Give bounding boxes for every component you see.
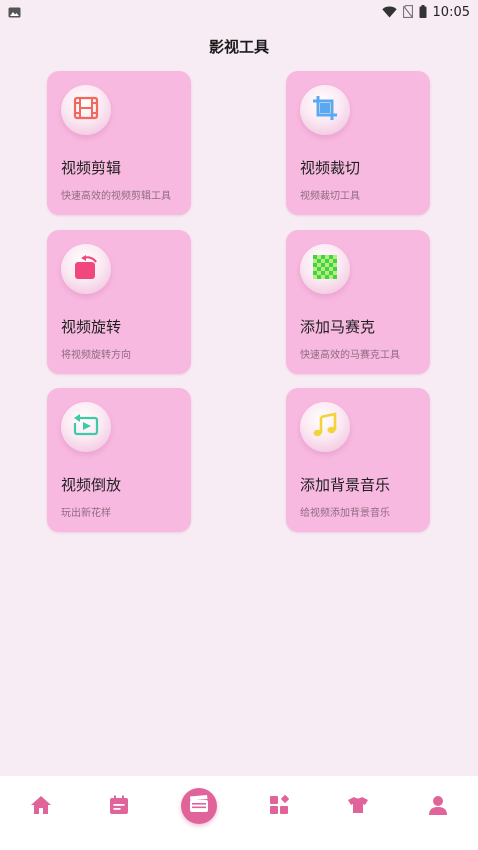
tool-desc: 快速高效的视频剪辑工具 — [61, 191, 171, 202]
rotate-icon — [72, 253, 100, 285]
nav-profile[interactable] — [425, 794, 451, 820]
tool-card-video-reverse[interactable]: 视频倒放 玩出新花样 — [47, 388, 191, 532]
no-sim-icon — [402, 3, 413, 22]
nav-calendar[interactable] — [106, 794, 132, 820]
tool-desc: 快速高效的马赛克工具 — [300, 350, 400, 361]
tool-title: 视频倒放 — [61, 476, 122, 494]
wifi-icon — [381, 3, 397, 22]
tool-title: 添加背景音乐 — [300, 476, 391, 494]
nav-wardrobe[interactable] — [345, 794, 371, 820]
tool-card-mosaic[interactable]: 添加马赛克 快速高效的马赛克工具 — [286, 230, 430, 374]
tool-title: 视频裁切 — [300, 159, 361, 177]
tool-card-video-rotate[interactable]: 视频旋转 将视频旋转方向 — [47, 230, 191, 374]
nav-home[interactable] — [28, 794, 54, 820]
tool-title: 视频剪辑 — [61, 159, 122, 177]
crop-icon — [312, 95, 338, 125]
bottom-nav — [0, 776, 478, 850]
tool-title: 视频旋转 — [61, 318, 122, 336]
tool-title: 添加马赛克 — [300, 318, 376, 336]
battery-icon — [419, 3, 427, 22]
tool-desc: 玩出新花样 — [61, 508, 111, 519]
tool-card-video-crop[interactable]: 视频裁切 视频裁切工具 — [286, 71, 430, 215]
clapperboard-icon — [189, 795, 209, 817]
status-bar: 10:05 — [0, 0, 478, 24]
profile-icon — [428, 795, 448, 819]
mosaic-icon — [313, 255, 337, 283]
tool-desc: 将视频旋转方向 — [61, 350, 131, 361]
apps-grid-icon — [269, 795, 289, 819]
tool-card-background-music[interactable]: 添加背景音乐 给视频添加背景音乐 — [286, 388, 430, 532]
nav-apps[interactable] — [266, 794, 292, 820]
tool-card-video-edit[interactable]: 视频剪辑 快速高效的视频剪辑工具 — [47, 71, 191, 215]
reverse-play-icon — [72, 411, 100, 443]
home-icon — [30, 795, 52, 819]
tshirt-icon — [347, 796, 369, 818]
tool-desc: 视频裁切工具 — [300, 191, 360, 202]
film-strip-icon — [73, 96, 99, 124]
page-title: 影视工具 — [208, 38, 269, 56]
tool-desc: 给视频添加背景音乐 — [300, 508, 390, 519]
music-note-icon — [312, 412, 338, 442]
calendar-icon — [109, 795, 129, 819]
gallery-notification-icon — [8, 3, 21, 22]
status-time: 10:05 — [432, 4, 470, 20]
nav-video-tools[interactable] — [181, 788, 217, 824]
